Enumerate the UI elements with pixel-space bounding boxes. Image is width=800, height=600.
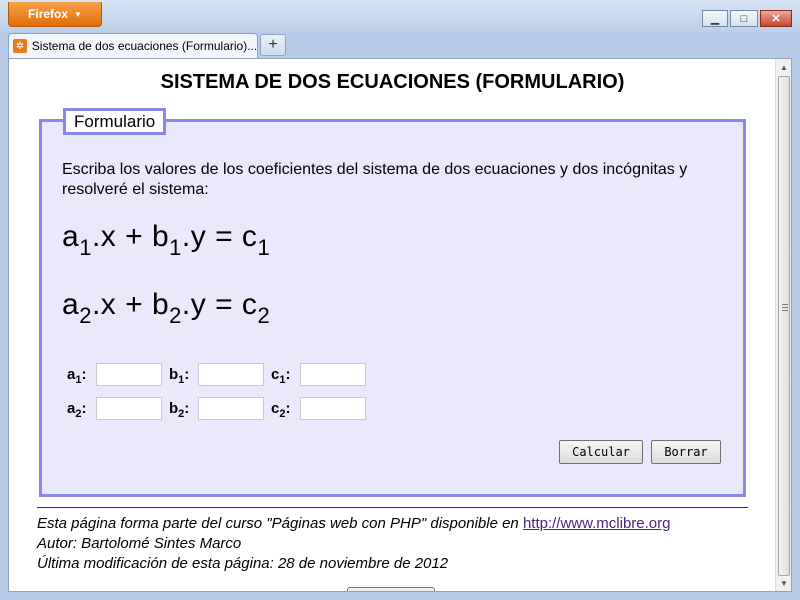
label-a1: a1: [67, 365, 87, 386]
fieldset-legend: Formulario [63, 108, 167, 135]
firefox-menu-button[interactable]: Firefox ▼ [8, 2, 102, 27]
partially-visible-button[interactable] [347, 587, 435, 591]
footer: Esta página forma parte del curso "Págin… [37, 514, 670, 574]
equation-2: a2.x + b2.y = c2 [62, 288, 271, 328]
coefficient-row-1: a1: b1: c1: [67, 362, 373, 386]
scroll-up-icon[interactable]: ▲ [776, 59, 791, 75]
footer-course-line: Esta página forma parte del curso "Págin… [37, 515, 671, 532]
page: SISTEMA DE DOS ECUACIONES (FORMULARIO) F… [9, 59, 776, 591]
clear-button[interactable]: Borrar [651, 440, 721, 464]
footer-last-modified: Última modificación de esta página: 28 d… [37, 555, 449, 572]
footer-author: Autor: Bartolomé Sintes Marco [37, 535, 242, 552]
tab-sistema[interactable]: ✲ Sistema de dos ecuaciones (Formulario)… [8, 33, 258, 58]
label-b2: b2: [169, 399, 190, 420]
content-viewport: SISTEMA DE DOS ECUACIONES (FORMULARIO) F… [8, 58, 792, 592]
new-tab-button[interactable]: + [260, 34, 286, 56]
vertical-scrollbar[interactable]: ▲ ▼ [775, 59, 791, 591]
input-c2[interactable] [300, 396, 366, 420]
coefficient-row-2: a2: b2: c2: [67, 396, 373, 420]
scroll-down-icon[interactable]: ▼ [776, 575, 791, 591]
label-c1: c1: [271, 365, 291, 386]
minimize-icon[interactable]: ▁ [702, 10, 728, 27]
label-a2: a2: [67, 399, 87, 420]
calculate-button[interactable]: Calcular [559, 440, 643, 464]
label-b1: b1: [169, 365, 190, 386]
firefox-menu-label: Firefox [28, 7, 69, 21]
close-window-icon[interactable]: ✕ [760, 10, 792, 27]
label-c2: c2: [271, 399, 291, 420]
title-bar: Firefox ▼ ▁ □ ✕ [0, 0, 800, 32]
maximize-icon[interactable]: □ [730, 10, 758, 27]
input-a1[interactable] [96, 362, 162, 386]
equation-1: a1.x + b1.y = c1 [62, 220, 271, 260]
input-b2[interactable] [198, 396, 264, 420]
mclibre-link[interactable]: http://www.mclibre.org [523, 515, 671, 532]
footer-divider [37, 507, 748, 508]
page-title: SISTEMA DE DOS ECUACIONES (FORMULARIO) [160, 71, 625, 93]
window-controls: ▁ □ ✕ [702, 10, 792, 27]
grip-icon [782, 304, 788, 311]
instructions-text: Escriba los valores de los coeficientes … [62, 161, 688, 198]
form-fieldset: Formulario Escriba los valores de los co… [39, 108, 746, 497]
tab-title: Sistema de dos ecuaciones (Formulario)..… [31, 39, 257, 53]
tab-strip: ✲ Sistema de dos ecuaciones (Formulario)… [0, 32, 800, 58]
scrollbar-thumb[interactable] [778, 76, 790, 576]
favicon-icon: ✲ [13, 39, 27, 53]
input-b1[interactable] [198, 362, 264, 386]
input-c1[interactable] [300, 362, 366, 386]
input-a2[interactable] [96, 396, 162, 420]
dropdown-caret-icon: ▼ [74, 9, 82, 19]
